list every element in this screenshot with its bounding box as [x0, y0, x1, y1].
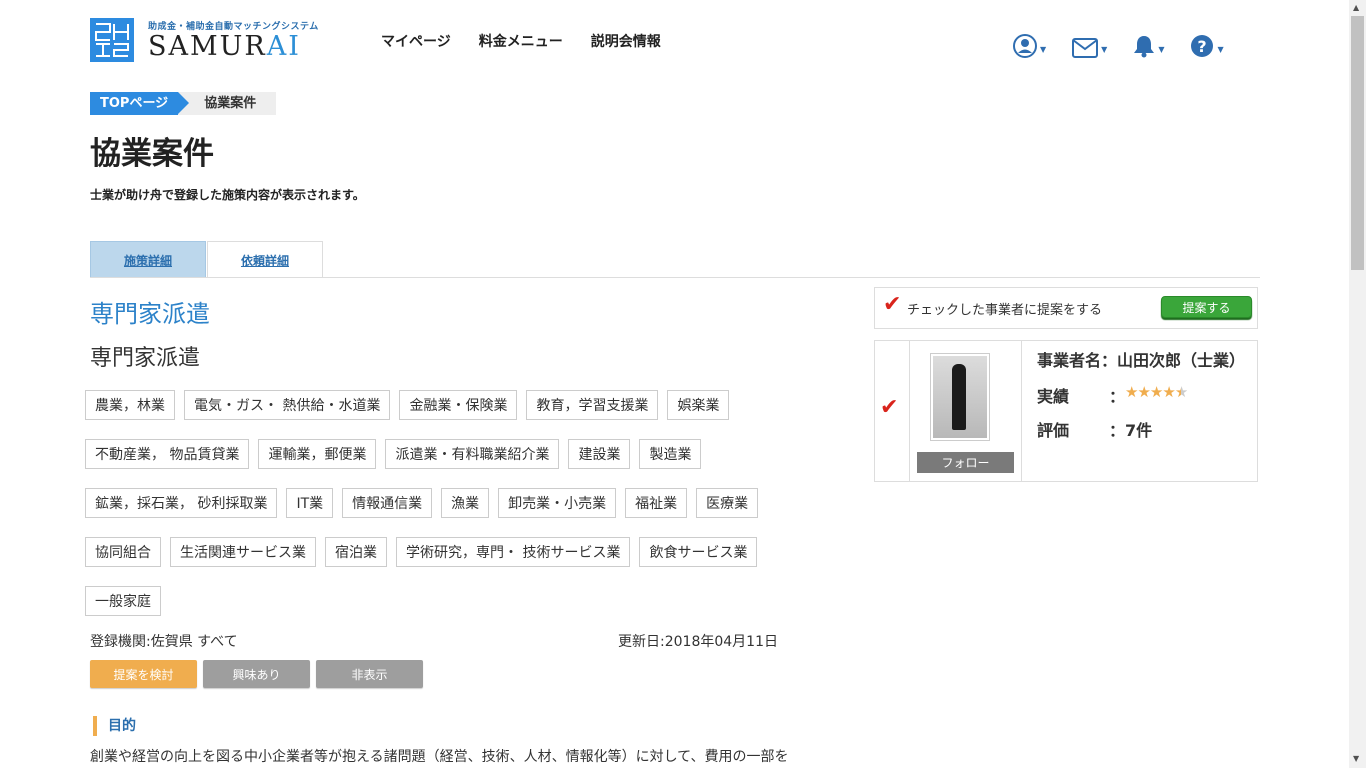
chevron-down-icon: ▼	[1040, 45, 1047, 54]
star-icon: ★	[1162, 383, 1175, 401]
main-nav: マイページ 料金メニュー 説明会情報	[381, 31, 661, 51]
updated-date: 更新日:2018年04月11日	[618, 634, 778, 650]
scroll-down-icon[interactable]: ▼	[1353, 754, 1359, 763]
program-subtitle: 専門家派遣	[90, 346, 201, 371]
breadcrumb: TOPページ 協業案件	[90, 92, 277, 115]
checkmark-icon: ✔	[883, 292, 902, 317]
chevron-down-icon: ▼	[1101, 45, 1108, 54]
industry-tag: 協同組合	[85, 537, 161, 567]
mail-menu[interactable]: ▼	[1072, 32, 1107, 58]
page-title: 協業案件	[90, 136, 214, 172]
industry-tag: 医療業	[696, 488, 759, 518]
svg-text:?: ?	[1198, 37, 1207, 56]
tab-request-details[interactable]: 依頼詳細	[207, 241, 323, 278]
hide-button[interactable]: 非表示	[316, 660, 423, 688]
breadcrumb-current: 協業案件	[178, 92, 277, 115]
industry-tag: 一般家庭	[85, 586, 161, 616]
business-card: ✔ フォロー 事業者名：山田次郎（士業） 実績 ： ★★★★★ 評価 ：7件	[874, 340, 1258, 482]
profile-photo[interactable]	[930, 353, 990, 441]
scroll-up-icon[interactable]: ▲	[1353, 3, 1359, 12]
bell-icon	[1134, 36, 1155, 58]
purpose-text: 創業や経営の向上を図る中小企業者等が抱える諸問題（経営、技術、人材、情報化等）に…	[90, 749, 789, 765]
card-photo-column: フォロー	[910, 341, 1022, 481]
industry-tag: 宿泊業	[325, 537, 387, 567]
propose-panel: ✔ チェックした事業者に提案をする 提案する	[874, 287, 1258, 329]
industry-tag: 運輸業，郵便業	[258, 439, 377, 469]
user-icon	[1013, 34, 1037, 58]
tab-bar: 施策詳細 依頼詳細	[90, 241, 324, 278]
star-icon: ★	[1149, 383, 1163, 401]
tab-divider	[90, 277, 1260, 278]
industry-tags: 農業，林業 電気・ガス・ 熱供給・水道業 金融業・保険業 教育，学習支援業 娯楽…	[85, 390, 815, 616]
select-checkbox[interactable]: ✔	[880, 395, 898, 420]
industry-tag: 農業，林業	[85, 390, 175, 420]
logo-mark-icon	[90, 18, 134, 62]
industry-tag: 漁業	[441, 488, 490, 518]
propose-checked-label: チェックした事業者に提案をする	[907, 303, 1103, 318]
chevron-down-icon: ▼	[1217, 45, 1224, 54]
vertical-scrollbar[interactable]: ▲ ▼	[1349, 0, 1366, 768]
industry-tag: 製造業	[639, 439, 702, 469]
industry-tag: 教育，学習支援業	[526, 390, 659, 420]
industry-tag: 生活関連サービス業	[170, 537, 316, 567]
user-menu[interactable]: ▼	[1013, 32, 1046, 58]
results-colon: ：	[1109, 387, 1126, 406]
notification-menu[interactable]: ▼	[1133, 32, 1164, 58]
results-label: 実績	[1037, 387, 1070, 406]
follow-button[interactable]: フォロー	[917, 452, 1014, 473]
registration-org: 登録機関:佐賀県 すべて	[90, 634, 238, 650]
page-description: 士業が助け舟で登録した施策内容が表示されます。	[90, 188, 365, 202]
logo[interactable]: 助成金・補助金自動マッチングシステム SAMURAI	[90, 18, 319, 62]
purpose-heading: 目的	[93, 716, 136, 736]
action-buttons: 提案を検討 興味あり 非表示	[90, 660, 423, 688]
evaluation-row: 評価 ：7件	[1037, 417, 1247, 441]
tab-measure-details[interactable]: 施策詳細	[90, 241, 206, 278]
propose-button[interactable]: 提案する	[1161, 296, 1252, 318]
card-select-column: ✔	[875, 341, 910, 481]
program-title-link[interactable]: 専門家派遣	[90, 294, 210, 329]
nav-mypage[interactable]: マイページ	[381, 31, 451, 51]
industry-tag: 娯楽業	[667, 390, 730, 420]
industry-tag: IT業	[286, 488, 334, 518]
help-icon: ?	[1191, 35, 1214, 57]
industry-tag: 金融業・保険業	[399, 390, 518, 420]
star-icon: ★	[1137, 383, 1150, 401]
site-header: 助成金・補助金自動マッチングシステム SAMURAI マイページ 料金メニュー …	[0, 0, 1349, 80]
card-info: 事業者名：山田次郎（士業） 実績 ： ★★★★★ 評価 ：7件	[1037, 349, 1247, 441]
consider-proposal-button[interactable]: 提案を検討	[90, 660, 197, 688]
logo-title: SAMURAI	[148, 30, 301, 62]
breadcrumb-top-link[interactable]: TOPページ	[90, 92, 190, 115]
results-row: 実績 ： ★★★★★	[1037, 383, 1247, 407]
scrollbar-thumb[interactable]	[1351, 16, 1364, 270]
business-name: 事業者名：山田次郎（士業）	[1037, 351, 1246, 370]
chevron-down-icon: ▼	[1158, 45, 1165, 54]
evaluation-value: ：7件	[1109, 421, 1153, 440]
industry-tag: 派遣業・有料職業紹介業	[385, 439, 560, 469]
nav-pricing[interactable]: 料金メニュー	[479, 31, 563, 51]
mail-icon	[1072, 38, 1099, 58]
help-menu[interactable]: ? ▼	[1190, 32, 1224, 58]
industry-tag: 鉱業，採石業， 砂利採取業	[85, 488, 278, 518]
industry-tag: 建設業	[568, 439, 631, 469]
half-star-icon: ★	[1174, 383, 1188, 401]
interested-button[interactable]: 興味あり	[203, 660, 310, 688]
industry-tag: 卸売業・小売業	[498, 488, 617, 518]
star-rating: ★★★★★	[1125, 383, 1188, 407]
evaluation-label: 評価	[1037, 421, 1070, 440]
industry-tag: 情報通信業	[342, 488, 433, 518]
star-icon: ★	[1125, 383, 1138, 401]
nav-seminar[interactable]: 説明会情報	[591, 31, 661, 51]
header-icons: ▼ ▼ ▼ ? ▼	[1013, 32, 1224, 58]
industry-tag: 不動産業， 物品賃貸業	[85, 439, 250, 469]
industry-tag: 飲食サービス業	[639, 537, 758, 567]
industry-tag: 学術研究，専門・ 技術サービス業	[396, 537, 631, 567]
industry-tag: 電気・ガス・ 熱供給・水道業	[184, 390, 391, 420]
industry-tag: 福祉業	[625, 488, 688, 518]
